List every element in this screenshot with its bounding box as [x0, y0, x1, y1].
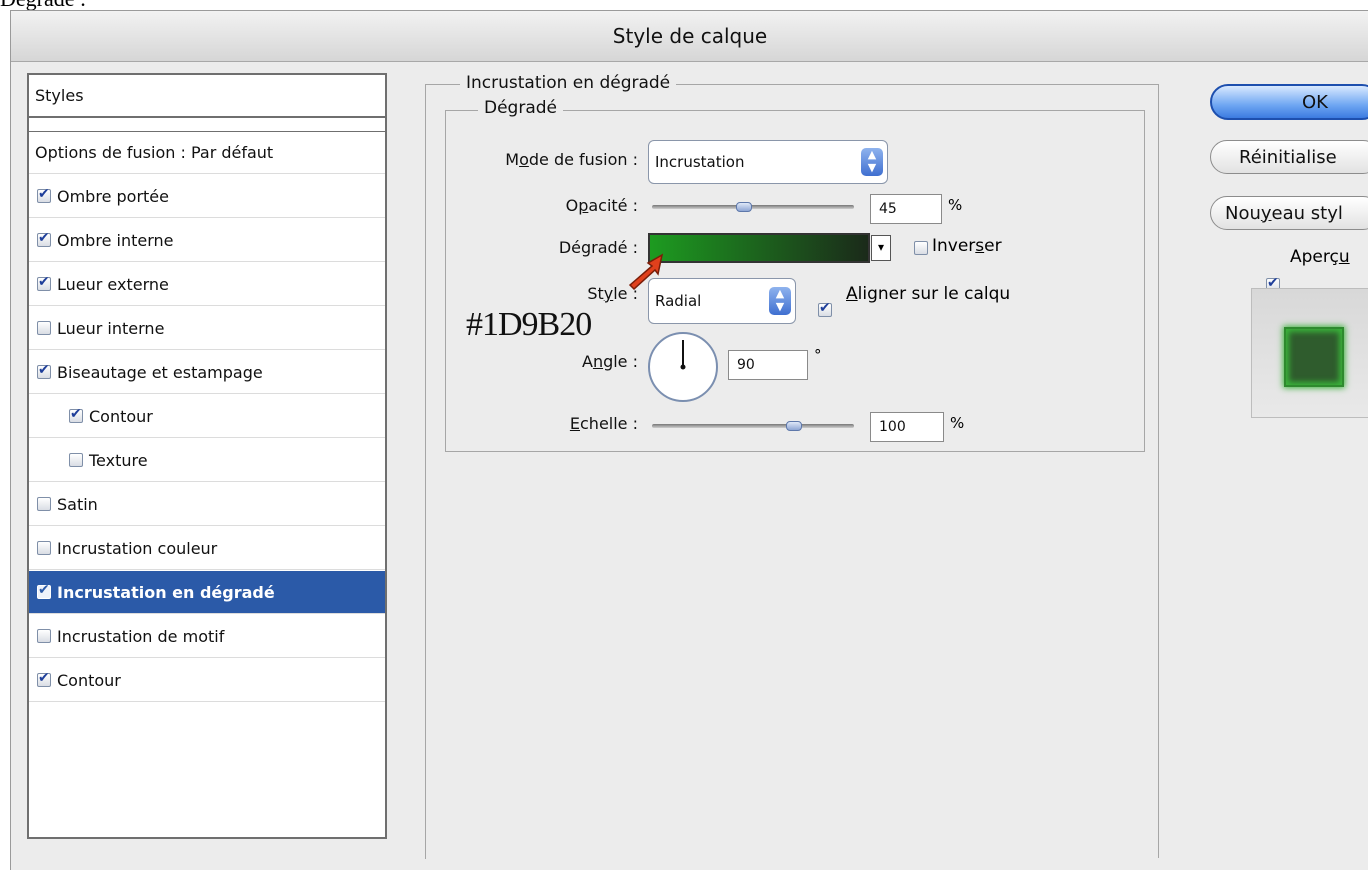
style-item-label: Lueur interne [57, 318, 165, 338]
angle-label: Angle : [581, 352, 638, 371]
style-value: Radial [655, 292, 702, 310]
fieldset-border-right [1158, 84, 1159, 858]
angle-unit: ° [814, 346, 822, 364]
style-item[interactable]: Contour [29, 395, 385, 438]
gradient-label: Dégradé : [558, 238, 638, 257]
gradient-overlay-legend: Incrustation en dégradé [460, 73, 677, 93]
scale-input[interactable]: 100 [870, 412, 944, 442]
align-with-layer-label: Aligner sur le calqu [846, 284, 1011, 304]
blend-mode-select[interactable]: Incrustation ▲ ▼ [648, 140, 888, 184]
reverse-checkbox[interactable] [914, 241, 928, 255]
style-item[interactable]: Incrustation en dégradé [29, 571, 385, 614]
style-item-checkbox[interactable] [37, 497, 51, 511]
styles-header[interactable]: Styles [29, 75, 385, 118]
opacity-slider-track[interactable] [652, 205, 854, 209]
scale-label: Echelle : [569, 414, 638, 433]
style-item[interactable]: Satin [29, 483, 385, 526]
gradient-swatch[interactable] [648, 233, 870, 263]
style-item-checkbox[interactable] [37, 274, 51, 291]
blending-options-item[interactable]: Options de fusion : Par défaut [29, 131, 385, 174]
scale-unit: % [950, 414, 965, 432]
style-select[interactable]: Radial ▲ ▼ [648, 278, 796, 324]
angle-input[interactable]: 90 [728, 350, 808, 380]
style-item[interactable]: Lueur externe [29, 263, 385, 306]
hex-color-annotation: #1D9B20 [466, 306, 592, 343]
blend-mode-label: Mode de fusion : [505, 150, 638, 169]
style-item[interactable]: Incrustation de motif [29, 615, 385, 658]
opacity-unit: % [948, 196, 963, 214]
style-item-label: Ombre interne [57, 230, 174, 250]
blend-mode-value: Incrustation [655, 153, 745, 171]
scale-slider-thumb[interactable] [786, 421, 803, 431]
new-style-button[interactable]: Nou y eau styl [1210, 196, 1368, 230]
select-spinner-icon: ▲ ▼ [769, 287, 791, 315]
angle-dial[interactable] [648, 332, 718, 402]
style-item-checkbox[interactable] [69, 406, 83, 423]
style-item[interactable]: Lueur interne [29, 307, 385, 350]
styles-list-panel: Styles Options de fusion : Par défaut Om… [27, 73, 387, 839]
style-item-checkbox[interactable] [37, 582, 51, 599]
style-item[interactable]: Biseautage et estampage [29, 351, 385, 394]
style-item[interactable]: Ombre interne [29, 219, 385, 262]
style-item-label: Lueur externe [57, 274, 169, 294]
style-item-label: Contour [89, 406, 153, 426]
select-spinner-icon: ▲ ▼ [861, 148, 883, 176]
style-item-label: Incrustation de motif [57, 626, 225, 646]
ok-button[interactable]: OK [1210, 84, 1368, 120]
style-item-checkbox[interactable] [69, 453, 83, 467]
opacity-slider-thumb[interactable] [735, 202, 752, 212]
style-item-checkbox[interactable] [37, 186, 51, 203]
style-item-label: Satin [57, 494, 98, 514]
style-item-checkbox[interactable] [37, 362, 51, 379]
preview-square [1284, 327, 1344, 387]
opacity-input[interactable]: 45 [870, 194, 942, 224]
scale-slider-track[interactable] [652, 424, 854, 428]
style-item-label: Texture [89, 450, 148, 470]
style-item-checkbox[interactable] [37, 629, 51, 643]
style-item-label: Incrustation couleur [57, 538, 218, 558]
style-item-checkbox[interactable] [37, 230, 51, 247]
style-label: Style : [587, 284, 638, 303]
dialog-title: Style de calque [11, 11, 1368, 62]
style-item-checkbox[interactable] [37, 670, 51, 687]
style-item-label: Incrustation en dégradé [57, 582, 275, 602]
gradient-group-legend: Dégradé [478, 98, 563, 118]
angle-needle-icon [680, 340, 686, 370]
gradient-dropdown-icon[interactable]: ▾ [871, 235, 891, 261]
reset-button[interactable]: Réinitialise [1210, 140, 1368, 174]
style-item-label: Contour [57, 670, 121, 690]
style-item[interactable]: Contour [29, 659, 385, 702]
reverse-label: Inverser [932, 236, 1002, 256]
style-item-checkbox[interactable] [37, 321, 51, 335]
style-item-label: Biseautage et estampage [57, 362, 263, 382]
style-item[interactable]: Texture [29, 439, 385, 482]
style-item[interactable]: Ombre portée [29, 175, 385, 218]
style-item-label: Ombre portée [57, 186, 169, 206]
preview-thumbnail [1251, 288, 1368, 418]
style-item[interactable]: Incrustation couleur [29, 527, 385, 570]
align-with-layer-checkbox[interactable] [818, 300, 832, 317]
opacity-label: Opacité : [565, 196, 638, 215]
style-item-checkbox[interactable] [37, 541, 51, 555]
preview-label: Aperçu [1290, 247, 1350, 267]
